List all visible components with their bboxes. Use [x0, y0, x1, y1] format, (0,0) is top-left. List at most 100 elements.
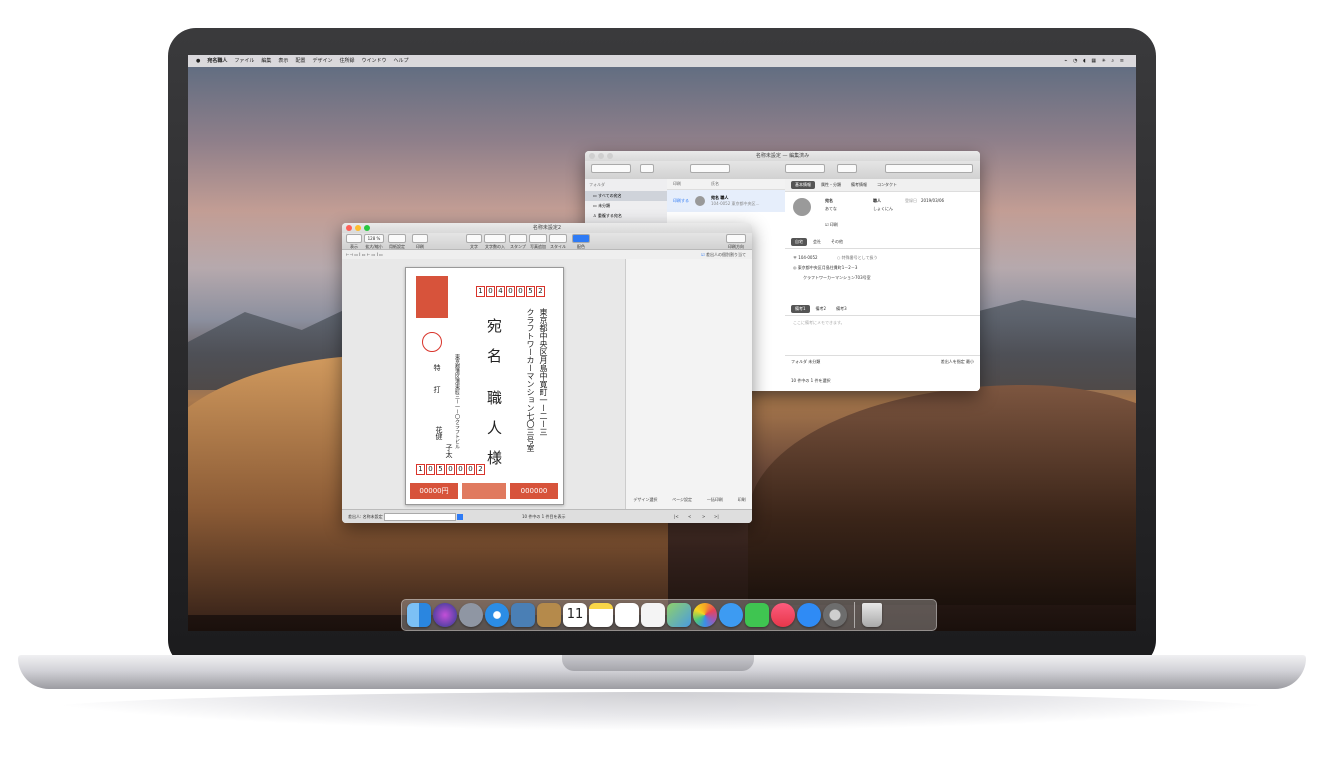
recipient-family-2[interactable]: 名 [484, 348, 505, 363]
reminders-icon[interactable] [615, 603, 639, 627]
color-button[interactable]: 配色 [572, 234, 590, 250]
tab-memo2[interactable]: 備考2 [812, 305, 831, 313]
text-button[interactable]: 文字 [466, 234, 482, 250]
footer-sender[interactable]: 差出人を指定 最小 [941, 359, 974, 365]
sidebar-item-all[interactable]: ▭ すべての宛名 [585, 191, 667, 201]
layout-buttons[interactable] [837, 164, 857, 174]
close-icon[interactable] [589, 153, 595, 159]
menu-arrange[interactable]: 配置 [295, 55, 305, 67]
view-button[interactable] [640, 164, 654, 174]
print-buttons[interactable] [785, 164, 825, 174]
trash-icon[interactable] [862, 603, 882, 627]
tab-contact[interactable]: コンタクト [873, 181, 901, 189]
family-reading[interactable]: あてな [825, 206, 837, 212]
recipient-address-line-2[interactable]: クラフトワーカーマンション七〇三号室 [525, 308, 536, 452]
recipient-given-2[interactable]: 人 [484, 420, 505, 435]
tab-print[interactable]: 印刷 [738, 497, 746, 503]
nav-first-button[interactable]: |< [674, 510, 679, 523]
minimize-icon[interactable] [598, 153, 604, 159]
add-photo-button[interactable]: 写真追加 [529, 234, 547, 250]
menu-design[interactable]: デザイン [312, 55, 332, 67]
undo-redo-buttons[interactable] [690, 164, 730, 174]
recipient-family-1[interactable]: 宛 [484, 318, 505, 333]
safari-icon[interactable] [485, 603, 509, 627]
messages-icon[interactable] [719, 603, 743, 627]
search-input[interactable] [885, 164, 973, 174]
memo-field[interactable]: ここに備考にメモできます。 [785, 316, 980, 330]
tab-memo1[interactable]: 備考1 [791, 305, 810, 313]
zoom-select[interactable]: 128 % 拡大/縮小 [364, 234, 384, 250]
menu-window[interactable]: ウインドウ [361, 55, 386, 67]
postal-code-field[interactable]: 104-0052 [798, 255, 817, 260]
postcode-sender[interactable]: 1050002 [416, 464, 486, 475]
minimize-icon[interactable] [355, 225, 361, 231]
col-name[interactable]: 氏名 [711, 181, 719, 187]
zoom-icon[interactable] [607, 153, 613, 159]
sidebar-item-duplicates[interactable]: ♙ 重複する宛名 [585, 211, 667, 221]
close-icon[interactable] [346, 225, 352, 231]
list-item[interactable]: 印刷する 宛名 職人 104-0052 東京都中央区… [667, 190, 785, 212]
tab-batch-print[interactable]: 一括印刷 [707, 497, 723, 503]
lottery-stamp-right[interactable]: 000000 [510, 483, 558, 499]
sender-name-4[interactable]: 子太 [444, 444, 454, 458]
col-print[interactable]: 印刷 [673, 181, 681, 187]
finder-icon[interactable] [407, 603, 431, 627]
tab-memo3[interactable]: 備考3 [832, 305, 851, 313]
photo-viewer-icon[interactable] [511, 603, 535, 627]
postage-stamp[interactable] [416, 276, 448, 318]
nav-next-button[interactable]: > [702, 510, 705, 523]
sender-name-3[interactable]: 花健 [434, 426, 444, 440]
menu-help[interactable]: ヘルプ [394, 55, 409, 67]
menu-edit[interactable]: 編集 [261, 55, 271, 67]
address-line-1[interactable]: 東京都中央区月島住貫町1－2－3 [798, 265, 858, 270]
sender-select[interactable]: 差出人: 名称未設定 [348, 510, 464, 523]
status-icons[interactable]: ⌁ ◔ ◖ ▦ ✳ ⌕ ≡ [1065, 55, 1136, 67]
family-name[interactable]: 宛名 [825, 198, 833, 204]
lottery-stamp-image[interactable] [462, 483, 506, 499]
sender-individual-checkbox[interactable]: ☑ 差出人の個別割り当て [701, 250, 746, 259]
recipient-given-1[interactable]: 職 [484, 390, 505, 405]
tab-office[interactable]: 会社 [809, 238, 825, 246]
music-icon[interactable] [771, 603, 795, 627]
print-flag[interactable]: 印刷する [673, 198, 689, 204]
footer-folder[interactable]: フォルダ 未分類 [791, 359, 820, 365]
address-line-2[interactable]: クラフトワーカーマンション703号室 [793, 273, 972, 283]
postcard[interactable]: 1040052 東京都中央区月島中寛町一ー二ー三 クラフトワーカーマンション七〇… [405, 267, 564, 505]
print-direction-button[interactable]: 印刷方向 [726, 234, 746, 250]
menu-address-book[interactable]: 住所録 [339, 55, 354, 67]
given-name[interactable]: 職人 [873, 198, 881, 204]
photos-icon[interactable] [693, 603, 717, 627]
add-address-button[interactable] [591, 164, 631, 174]
sender-address[interactable]: 東京都港区港東町三ー一ー〇クラフトビル [454, 354, 461, 449]
sketch-icon[interactable] [641, 603, 665, 627]
special-number-radio[interactable]: ○ 特殊番号として扱う [837, 255, 878, 260]
postcode-recipient[interactable]: 1040052 [476, 286, 546, 297]
tab-page-setup[interactable]: ページ設定 [672, 497, 692, 503]
print-checkbox[interactable]: ☑ 印刷 [825, 222, 838, 228]
tab-home[interactable]: 自宅 [791, 238, 807, 246]
notes-icon[interactable] [589, 603, 613, 627]
stamp-button[interactable]: スタンプ [509, 234, 527, 250]
recipient-address-line-1[interactable]: 東京都中央区月島中寛町一ー二ー三 [538, 308, 549, 436]
siri-icon[interactable] [433, 603, 457, 627]
nav-last-button[interactable]: >| [714, 510, 719, 523]
tab-design[interactable]: デザイン選択 [633, 497, 657, 503]
facetime-icon[interactable] [745, 603, 769, 627]
view-button[interactable]: 表示 [346, 234, 362, 250]
tab-basic[interactable]: 基本情報 [791, 181, 815, 189]
sender-name-1[interactable]: 特 [432, 364, 442, 371]
window-titlebar[interactable]: 名称未設定2 [342, 223, 752, 233]
tab-other[interactable]: その他 [827, 238, 847, 246]
calendar-icon[interactable]: 11 [563, 603, 587, 627]
honorific[interactable]: 様 [484, 450, 505, 465]
sender-name-2[interactable]: 打 [432, 386, 442, 393]
tab-notes[interactable]: 備考情報 [847, 181, 871, 189]
launchpad-icon[interactable] [459, 603, 483, 627]
print-button[interactable]: 印刷 [412, 234, 428, 250]
window-titlebar[interactable]: 名称未設定 — 編集済み [585, 151, 980, 161]
system-preferences-icon[interactable] [823, 603, 847, 627]
zoom-icon[interactable] [364, 225, 370, 231]
app-store-icon[interactable] [797, 603, 821, 627]
paper-settings-button[interactable]: 用紙設定 [388, 234, 406, 250]
nav-prev-button[interactable]: < [688, 510, 691, 523]
